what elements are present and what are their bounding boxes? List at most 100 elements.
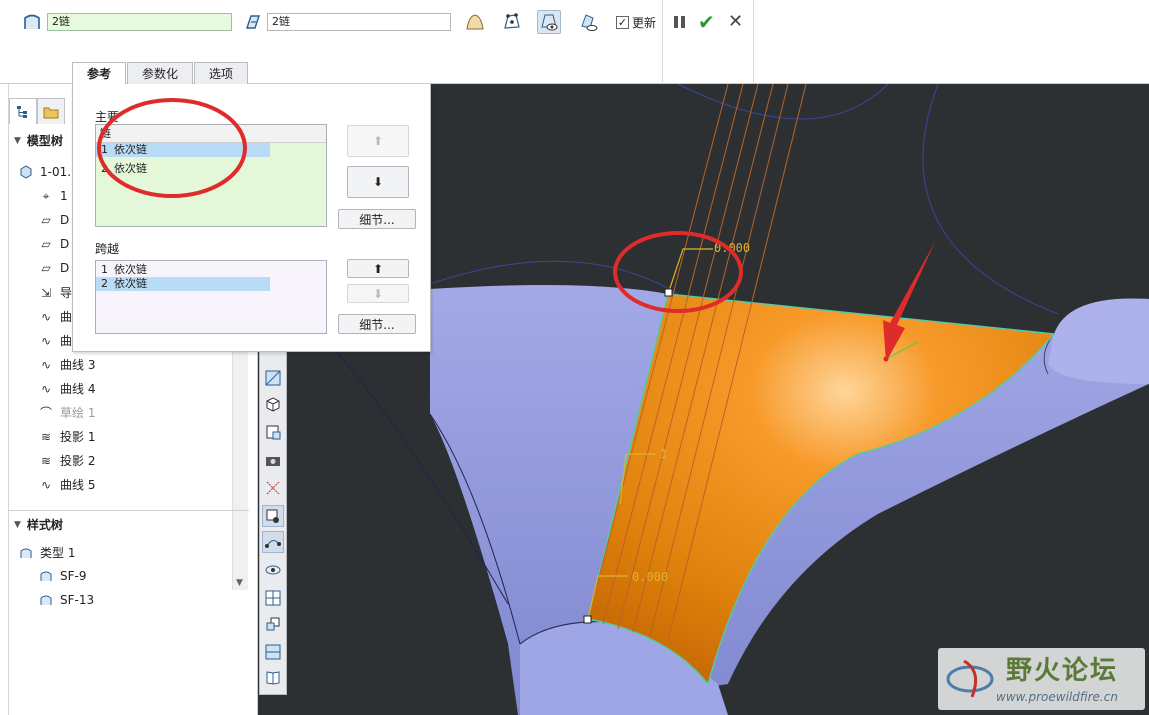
tree-item[interactable]: ∿ 曲线 4 bbox=[38, 380, 95, 397]
watermark-url: www.proewildfire.cn bbox=[996, 690, 1118, 704]
collapse-triangle-icon[interactable]: ▼ bbox=[14, 520, 21, 530]
update-toggle[interactable]: ✓ 更新 bbox=[616, 14, 656, 31]
tab-references[interactable]: 参考 bbox=[72, 62, 127, 84]
surface-type-icon bbox=[38, 592, 54, 608]
arrow-down-icon: ⬇ bbox=[372, 175, 384, 189]
references-panel: 主要 链 1 依次链 2 依次链 ⬆ ⬇ 细节... 跨越 1 依次链 2 依次… bbox=[72, 84, 431, 352]
list-item[interactable]: 1 依次链 bbox=[96, 263, 270, 277]
panel-splitter[interactable] bbox=[9, 510, 249, 511]
preview-button[interactable] bbox=[537, 10, 561, 34]
primary-chain-list[interactable]: 链 1 依次链 2 依次链 bbox=[95, 124, 327, 227]
tree-item-label: D bbox=[60, 261, 70, 275]
surface-display-button[interactable] bbox=[463, 10, 487, 34]
part-icon bbox=[18, 164, 34, 180]
style-tree-item[interactable]: SF-9 bbox=[38, 568, 86, 584]
dim-top[interactable]: 0.000 bbox=[714, 241, 750, 255]
tree-item[interactable]: ≋ 投影 2 bbox=[38, 452, 95, 469]
tree-item-label: 投影 1 bbox=[60, 430, 96, 444]
model-tree-header[interactable]: ▼ 模型树 bbox=[14, 132, 63, 149]
tree-item[interactable]: ∿ 曲线 3 bbox=[38, 356, 95, 373]
first-direction-field[interactable]: 2链 bbox=[47, 13, 232, 31]
style-tree-item[interactable]: 类型 1 bbox=[18, 544, 75, 561]
model-tree-tab[interactable] bbox=[9, 98, 37, 124]
datum-plane-icon: ▱ bbox=[41, 237, 51, 251]
tree-item-label: 曲线 3 bbox=[60, 358, 96, 372]
across-details-button[interactable]: 细节... bbox=[338, 314, 416, 334]
datum-plane-icon: ▱ bbox=[41, 261, 51, 275]
snapshot-button[interactable] bbox=[262, 449, 284, 471]
tree-item[interactable]: ∿ 曲线 5 bbox=[38, 476, 95, 493]
tree-item[interactable]: ⇲ 导 bbox=[38, 284, 72, 301]
divider bbox=[753, 0, 754, 84]
analysis-icon bbox=[265, 370, 281, 386]
projection-icon: ≋ bbox=[40, 429, 52, 444]
confirm-check-icon[interactable]: ✔ bbox=[698, 10, 715, 34]
scroll-down-icon[interactable]: ▼ bbox=[236, 578, 243, 588]
transform-button[interactable] bbox=[262, 613, 284, 635]
arrow-down-icon: ⬇ bbox=[372, 286, 384, 301]
across-move-up-button[interactable]: ⬆ bbox=[347, 259, 409, 278]
book-button[interactable] bbox=[262, 667, 284, 689]
tree-item[interactable]: ⌒ 草绘 1 bbox=[38, 404, 95, 421]
tree-item[interactable]: ≋ 投影 1 bbox=[38, 428, 95, 445]
pause-button[interactable] bbox=[674, 14, 686, 30]
view-orient-button[interactable] bbox=[262, 393, 284, 415]
second-direction-field[interactable]: 2链 bbox=[267, 13, 451, 31]
tab-options[interactable]: 选项 bbox=[194, 62, 249, 84]
preview-toggle-button[interactable] bbox=[262, 505, 284, 527]
folder-browser-tab[interactable] bbox=[37, 98, 65, 124]
tree-scrollbar[interactable]: ▼ bbox=[232, 336, 248, 590]
tree-item[interactable]: ▱ D bbox=[38, 212, 69, 228]
analysis-button[interactable] bbox=[262, 367, 284, 389]
style-tree-label: SF-13 bbox=[60, 593, 95, 607]
across-chain-list[interactable]: 1 依次链 2 依次链 bbox=[95, 260, 327, 334]
saved-views-button[interactable] bbox=[262, 421, 284, 443]
transform-icon bbox=[266, 617, 280, 631]
across-move-down-button[interactable]: ⬇ bbox=[347, 284, 409, 303]
preview-icon bbox=[541, 14, 558, 31]
tab-parameters[interactable]: 参数化 bbox=[127, 62, 194, 84]
tree-item[interactable]: ∿ 曲 bbox=[38, 308, 72, 325]
camera-icon bbox=[266, 457, 280, 466]
move-down-button[interactable]: ⬇ bbox=[347, 166, 409, 198]
collapse-triangle-icon[interactable]: ▼ bbox=[14, 136, 21, 146]
move-up-button[interactable]: ⬆ bbox=[347, 125, 409, 157]
control-points-icon bbox=[504, 13, 520, 29]
control-points-button[interactable] bbox=[500, 10, 524, 34]
curve-connect-button[interactable] bbox=[262, 531, 284, 553]
list-item[interactable]: 2 依次链 bbox=[96, 162, 270, 176]
curve-icon: ∿ bbox=[40, 381, 52, 396]
drag-handle[interactable] bbox=[664, 288, 673, 297]
list-item[interactable]: 2 依次链 bbox=[96, 277, 270, 291]
preview-toggle-icon bbox=[266, 509, 279, 523]
tree-item[interactable]: ▱ D bbox=[38, 260, 69, 276]
saved-views-icon bbox=[266, 425, 281, 440]
chain-column-header: 链 bbox=[96, 125, 326, 143]
second-direction-icon[interactable] bbox=[243, 12, 263, 32]
primary-label: 主要 bbox=[95, 110, 120, 124]
layout-button[interactable] bbox=[262, 641, 284, 663]
verify-button[interactable] bbox=[576, 10, 600, 34]
tree-item[interactable]: ⌖ 1 bbox=[38, 188, 68, 204]
tree-item-label: 投影 2 bbox=[60, 454, 96, 468]
update-checkbox[interactable]: ✓ bbox=[616, 16, 629, 29]
datum-display-button[interactable] bbox=[262, 477, 284, 499]
tree-item[interactable]: ▱ D bbox=[38, 236, 69, 252]
primary-details-button[interactable]: 细节... bbox=[338, 209, 416, 229]
spin-center-button[interactable] bbox=[262, 559, 284, 581]
style-tree-header[interactable]: ▼ 样式树 bbox=[14, 516, 63, 533]
boundary-surface-icon[interactable] bbox=[22, 12, 42, 32]
tree-item-label: 草绘 1 bbox=[60, 406, 96, 420]
dim-bottom[interactable]: 0.000 bbox=[632, 570, 668, 584]
curve-connect-icon bbox=[265, 540, 281, 548]
drag-handle[interactable] bbox=[583, 615, 592, 624]
dim-mid[interactable]: 1 bbox=[660, 447, 667, 461]
curve-icon: ∿ bbox=[40, 477, 52, 492]
tree-item[interactable]: ∿ 曲 bbox=[38, 332, 72, 349]
cancel-x-icon[interactable]: ✕ bbox=[728, 11, 743, 32]
style-tree-item[interactable]: SF-13 bbox=[38, 592, 94, 608]
tree-root[interactable]: 1-01.I bbox=[18, 164, 75, 180]
surface-icon bbox=[466, 14, 484, 30]
list-item[interactable]: 1 依次链 bbox=[96, 143, 270, 157]
grid-button[interactable] bbox=[262, 587, 284, 609]
